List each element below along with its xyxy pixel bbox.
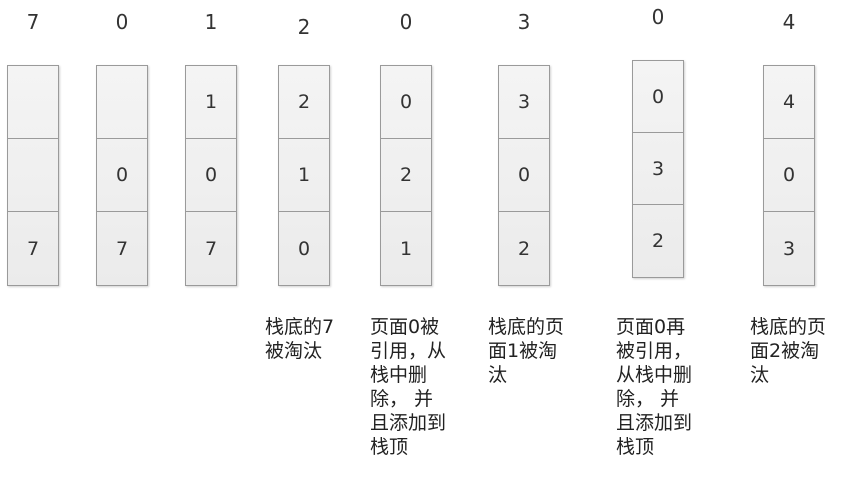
stack-cell: 4 <box>764 66 814 139</box>
stack-cell: 7 <box>26 237 40 260</box>
stack-cell <box>8 139 58 212</box>
annotation-note: 栈底的页 面1被淘 汰 <box>488 316 565 386</box>
stack-cell: 0 <box>97 139 147 212</box>
stack-cell: 0 <box>186 139 236 212</box>
stack-cell: 3 <box>633 133 683 205</box>
stack-column: 007 <box>92 0 152 479</box>
annotation-note: 页面0再 被引用， 从栈中删 除， 并 且添加到 栈顶 <box>616 316 693 458</box>
stack-box: 02 1 <box>380 65 432 286</box>
reference-label: 1 <box>204 10 218 34</box>
stack-column: 77 <box>3 0 63 479</box>
stack-cell <box>8 66 58 139</box>
stack-cell: 0 <box>499 139 549 212</box>
stack-cell: 1 <box>399 237 413 260</box>
stack-column: 1107 <box>181 0 241 479</box>
reference-label: 4 <box>782 10 796 34</box>
stack-cell: 7 <box>115 237 129 260</box>
stack-cell: 1 <box>279 139 329 212</box>
stack-column: 4403 <box>759 0 819 479</box>
stack-box: 30 2 <box>498 65 550 286</box>
reference-label: 3 <box>517 10 531 34</box>
stack-cell: 0 <box>764 139 814 212</box>
stack-cell <box>97 66 147 139</box>
reference-label: 7 <box>26 10 40 34</box>
reference-label: 0 <box>115 10 129 34</box>
stack-cell: 2 <box>279 66 329 139</box>
reference-label: 2 <box>297 15 311 39</box>
stack-box: 7 <box>7 65 59 286</box>
stack-box: 10 7 <box>185 65 237 286</box>
annotation-note: 页面0被 引用，从 栈中删 除， 并 且添加到 栈顶 <box>370 316 447 458</box>
stack-cell: 7 <box>204 237 218 260</box>
stack-box: 07 <box>96 65 148 286</box>
stack-cell: 2 <box>381 139 431 212</box>
stack-cell: 2 <box>651 230 665 252</box>
stack-cell: 0 <box>633 61 683 133</box>
stack-column: 3302 <box>494 0 554 479</box>
stack-cell: 1 <box>186 66 236 139</box>
reference-label: 0 <box>651 5 665 29</box>
stack-cell: 0 <box>297 237 311 260</box>
stack-box: 21 0 <box>278 65 330 286</box>
stack-cell: 3 <box>782 237 796 260</box>
annotation-note: 栈底的7 被淘汰 <box>265 316 335 362</box>
stack-cell: 3 <box>499 66 549 139</box>
stack-cell: 2 <box>517 237 531 260</box>
annotation-note: 栈底的页 面2被淘 汰 <box>750 316 827 386</box>
stack-box: 40 3 <box>763 65 815 286</box>
stack-column: 2210 <box>274 0 334 479</box>
stack-box: 03 2 <box>632 60 684 278</box>
stack-cell: 0 <box>381 66 431 139</box>
reference-label: 0 <box>399 10 413 34</box>
